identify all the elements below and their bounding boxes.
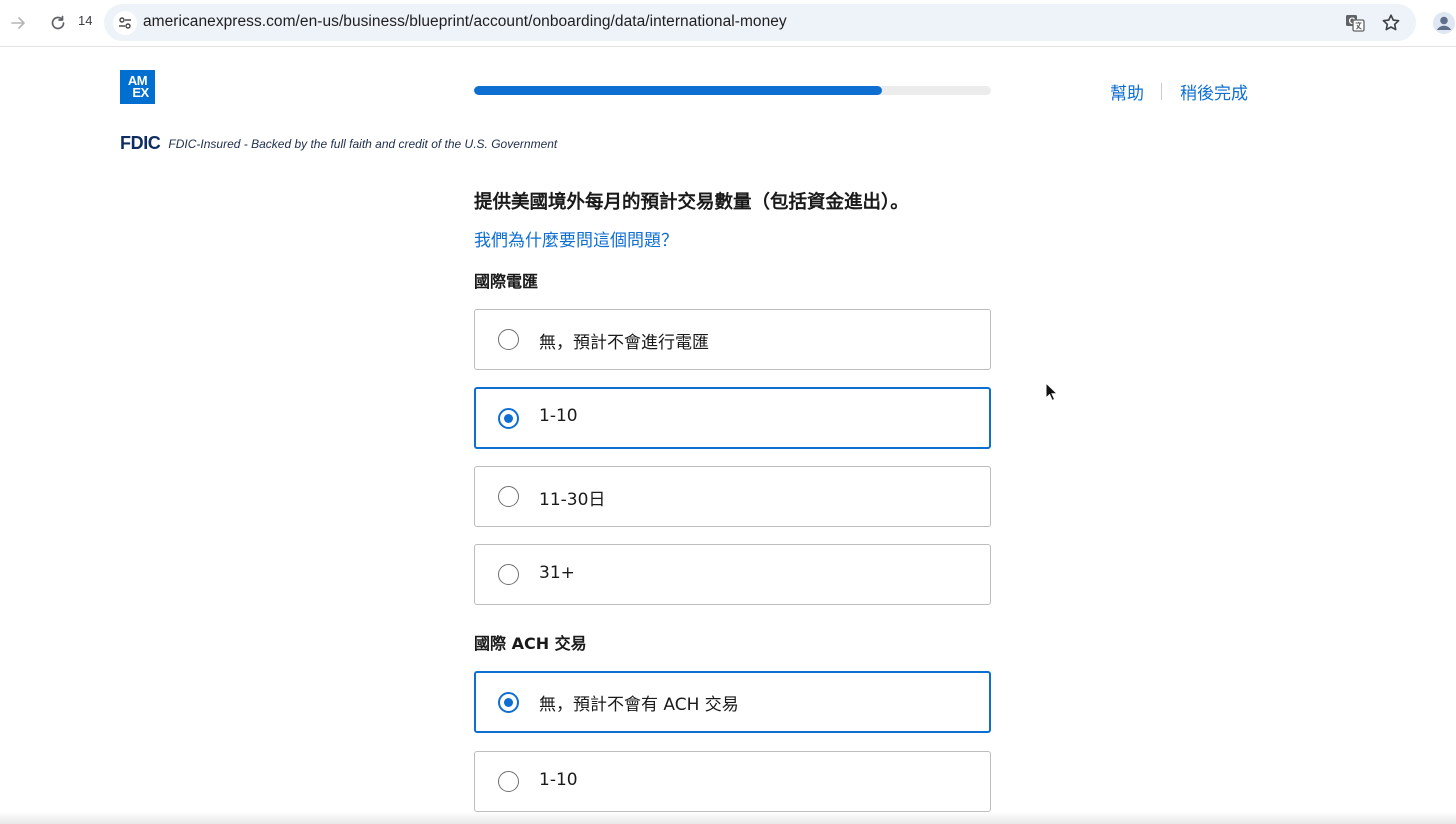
header-links: 幫助 稍後完成	[1110, 79, 1248, 104]
logo-line-2: EX	[132, 85, 149, 100]
ach-option-none[interactable]: 無，預計不會有 ACH 交易	[474, 671, 991, 733]
browser-toolbar: 14 americanexpress.com/en-us/business/bl…	[0, 0, 1456, 47]
option-label: 31+	[539, 563, 575, 583]
option-label: 1-10	[539, 770, 578, 790]
wire-option-none[interactable]: 無，預計不會進行電匯	[474, 309, 991, 370]
section-label-wire: 國際電匯	[474, 272, 539, 291]
wire-option-11-30[interactable]: 11-30日	[474, 466, 991, 527]
url-text[interactable]: americanexpress.com/en-us/business/bluep…	[143, 13, 787, 31]
option-label: 11-30日	[539, 490, 606, 510]
radio-button[interactable]	[498, 564, 519, 585]
page-title: 提供美國境外每月的預計交易數量（包括資金進出）。	[474, 192, 909, 213]
option-label: 1-10	[539, 406, 578, 426]
radio-button[interactable]	[498, 692, 519, 713]
fdic-text: FDIC-Insured - Backed by the full faith …	[168, 136, 558, 151]
tab-count[interactable]: 14	[78, 13, 92, 28]
progress-bar-fill	[474, 86, 883, 95]
option-label: 無，預計不會進行電匯	[539, 333, 709, 353]
site-info-icon[interactable]	[113, 11, 137, 35]
help-link[interactable]: 幫助	[1110, 79, 1144, 104]
finish-later-link[interactable]: 稍後完成	[1180, 79, 1248, 104]
translate-icon[interactable]: G	[1344, 12, 1366, 34]
address-bar[interactable]: americanexpress.com/en-us/business/bluep…	[104, 4, 1416, 41]
amex-logo[interactable]: AM EX	[120, 70, 155, 104]
star-icon[interactable]	[1380, 12, 1402, 34]
wire-option-1-10[interactable]: 1-10	[474, 387, 991, 449]
fdic-logo: FDIC	[120, 133, 161, 153]
ach-option-1-10[interactable]: 1-10	[474, 751, 991, 812]
why-ask-link[interactable]: 我們為什麼要問這個問題？	[474, 226, 678, 251]
mouse-cursor-icon	[1045, 381, 1059, 402]
window-bottom-edge	[0, 812, 1456, 824]
fdic-notice: FDIC FDIC-Insured - Backed by the full f…	[120, 133, 557, 154]
radio-button[interactable]	[498, 408, 519, 429]
header-divider	[1161, 83, 1162, 100]
forward-icon[interactable]	[7, 11, 31, 35]
radio-button[interactable]	[498, 771, 519, 792]
radio-button[interactable]	[498, 486, 519, 507]
option-label: 無，預計不會有 ACH 交易	[539, 695, 739, 715]
wire-option-31-plus[interactable]: 31+	[474, 544, 991, 605]
radio-button[interactable]	[498, 329, 519, 350]
progress-bar	[474, 86, 991, 95]
profile-icon[interactable]	[1432, 11, 1456, 35]
section-label-ach: 國際 ACH 交易	[474, 634, 587, 653]
reload-icon[interactable]	[46, 11, 70, 35]
